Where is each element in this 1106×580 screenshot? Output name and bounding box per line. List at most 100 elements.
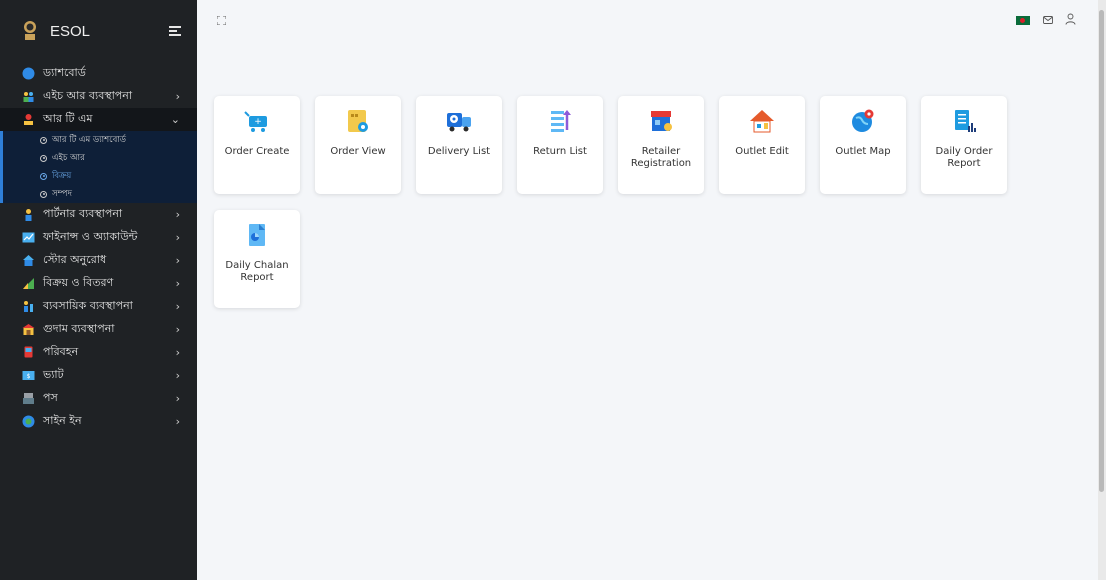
sidebar-item-store[interactable]: স্টোর অনুরোধ › <box>0 249 197 272</box>
transport-icon <box>22 346 35 359</box>
svg-text:$: $ <box>27 373 31 380</box>
tile-label: Daily Chalan Report <box>225 260 289 283</box>
bullet-circle-icon <box>40 172 47 180</box>
tile-outlet-map[interactable]: Outlet Map <box>820 96 906 194</box>
daily-order-report-icon <box>955 110 976 132</box>
tile-label: Retailer Registration <box>630 146 692 169</box>
sidebar-item-finance[interactable]: ফাইনান্স ও অ্যাকাউন্ট › <box>0 226 197 249</box>
vat-icon: $ <box>22 369 35 382</box>
sidebar: ESOL ড্যাশবোর্ড এইচ আর ব্যবস্থাপনা › আর … <box>0 0 197 580</box>
sidebar-item-label: ভ্যাট <box>43 368 64 381</box>
sidebar-item-transport[interactable]: পরিবহন › <box>0 341 197 364</box>
sidebar-item-label: আর টি এম <box>43 112 93 125</box>
sidebar-item-vat[interactable]: $ ভ্যাট › <box>0 364 197 387</box>
tile-label: Outlet Map <box>835 146 891 157</box>
daily-chalan-report-icon <box>249 224 265 246</box>
mail-icon[interactable] <box>1043 15 1053 25</box>
tile-label: Order Create <box>224 146 290 157</box>
submenu-item-label: সম্পদ <box>52 189 72 199</box>
sidebar-item-label: বিক্রয় ও বিতরণ <box>43 276 114 289</box>
tile-label: Return List <box>533 146 587 157</box>
chevron-right-icon: › <box>175 254 180 267</box>
topbar <box>197 0 1098 46</box>
tile-daily-chalan-report[interactable]: Daily Chalan Report <box>214 210 300 308</box>
pos-icon <box>22 392 35 405</box>
tile-label: Delivery List <box>427 146 491 157</box>
tile-daily-order-report[interactable]: Daily Order Report <box>921 96 1007 194</box>
chevron-right-icon: › <box>175 346 180 359</box>
sidebar-item-partner[interactable]: পার্টনার ব্যবস্থাপনা › <box>0 203 197 226</box>
sidebar-item-dashboard[interactable]: ড্যাশবোর্ড <box>0 62 197 85</box>
chevron-right-icon: › <box>175 415 180 428</box>
chevron-right-icon: › <box>175 323 180 336</box>
tile-return-list[interactable]: Return List <box>517 96 603 194</box>
chevron-right-icon: › <box>175 277 180 290</box>
sidebar-item-rtm[interactable]: আর টি এম ⌄ <box>0 108 197 131</box>
chevron-right-icon: › <box>175 231 180 244</box>
sidebar-toggle-icon[interactable] <box>169 26 181 37</box>
tile-retailer-registration[interactable]: Retailer Registration <box>618 96 704 194</box>
sidebar-item-label: সাইন ইন <box>43 414 82 427</box>
sidebar-item-hr[interactable]: এইচ আর ব্যবস্থাপনা › <box>0 85 197 108</box>
outlet-edit-icon <box>750 110 774 133</box>
sidebar-item-label: পস <box>43 391 58 404</box>
hr-people-icon <box>22 90 35 103</box>
tile-label: Order View <box>330 146 386 157</box>
brand-name: ESOL <box>50 22 91 40</box>
submenu-item-sales[interactable]: বিক্রয় <box>3 167 197 185</box>
sidebar-item-sign-in[interactable]: সাইন ইন › <box>0 410 197 433</box>
return-list-icon <box>551 110 571 132</box>
tile-outlet-edit[interactable]: Outlet Edit <box>719 96 805 194</box>
sign-in-icon <box>22 415 35 428</box>
submenu-item-rtm-dashboard[interactable]: আর টি এম ড্যাশবোর্ড <box>3 131 197 149</box>
rtm-submenu: আর টি এম ড্যাশবোর্ড এইচ আর বিক্রয় সম্পদ <box>0 131 197 203</box>
tile-order-create[interactable]: + Order Create <box>214 96 300 194</box>
sidebar-item-pos[interactable]: পস › <box>0 387 197 410</box>
svg-text:+: + <box>254 117 262 127</box>
tile-label: Outlet Edit <box>735 146 789 157</box>
sidebar-item-label: গুদাম ব্যবস্থাপনা <box>43 322 115 335</box>
warehouse-icon <box>22 323 35 336</box>
scrollbar-thumb[interactable] <box>1099 10 1104 492</box>
bangladesh-flag-icon[interactable] <box>1016 16 1030 25</box>
store-icon <box>22 254 35 267</box>
bullet-circle-icon <box>40 154 47 162</box>
chevron-right-icon: › <box>175 392 180 405</box>
dashboard-icon <box>22 67 35 80</box>
partner-icon <box>22 208 35 221</box>
bullet-circle-icon <box>40 190 47 198</box>
submenu-item-assets[interactable]: সম্পদ <box>3 185 197 203</box>
outlet-map-icon <box>852 109 874 132</box>
sidebar-item-business[interactable]: ব্যবসায়িক ব্যবস্থাপনা › <box>0 295 197 318</box>
chevron-right-icon: › <box>175 300 180 313</box>
submenu-item-hr[interactable]: এইচ আর <box>3 149 197 167</box>
submenu-item-label: বিক্রয় <box>52 171 72 181</box>
brand: ESOL <box>0 0 197 62</box>
page-scrollbar[interactable] <box>1098 0 1106 580</box>
sidebar-item-label: ব্যবসায়িক ব্যবস্থাপনা <box>43 299 133 312</box>
user-icon[interactable] <box>1065 13 1076 25</box>
sales-icon <box>22 277 35 290</box>
tile-order-view[interactable]: Order View <box>315 96 401 194</box>
rtm-icon <box>22 113 35 126</box>
sidebar-item-label: ফাইনান্স ও অ্যাকাউন্ট <box>43 230 138 243</box>
sidebar-item-sales[interactable]: বিক্রয় ও বিতরণ › <box>0 272 197 295</box>
chevron-right-icon: › <box>175 369 180 382</box>
business-icon <box>22 300 35 313</box>
chevron-down-icon: ⌄ <box>170 113 180 126</box>
delivery-truck-icon <box>447 113 471 132</box>
chevron-right-icon: › <box>175 208 180 221</box>
fullscreen-icon[interactable] <box>217 16 226 25</box>
submenu-item-label: এইচ আর <box>52 153 85 163</box>
order-view-icon <box>348 110 368 132</box>
bullet-circle-icon <box>40 136 47 144</box>
tile-label: Daily Order Report <box>935 146 993 169</box>
sidebar-item-label: ড্যাশবোর্ড <box>43 66 86 79</box>
tile-delivery-list[interactable]: Delivery List <box>416 96 502 194</box>
chevron-right-icon: › <box>175 90 180 103</box>
retailer-shop-icon <box>651 111 672 131</box>
sidebar-item-label: পার্টনার ব্যবস্থাপনা <box>43 207 123 220</box>
cart-icon: + <box>244 111 267 132</box>
sidebar-item-warehouse[interactable]: গুদাম ব্যবস্থাপনা › <box>0 318 197 341</box>
submenu-item-label: আর টি এম ড্যাশবোর্ড <box>52 135 127 145</box>
